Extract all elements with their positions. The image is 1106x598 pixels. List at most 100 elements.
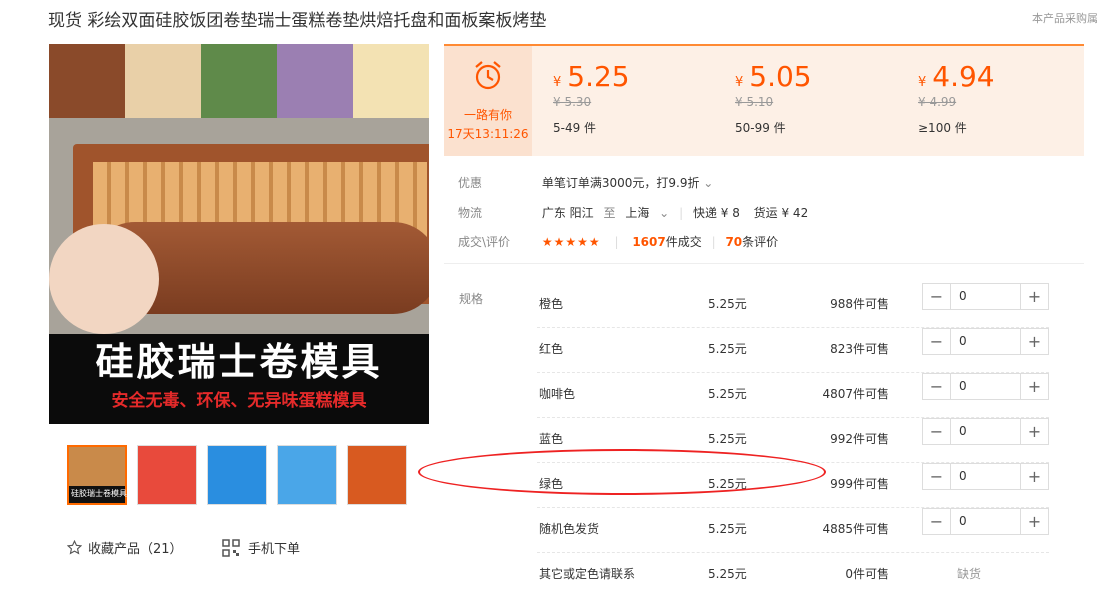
express-fee: 快递 ¥ 8 bbox=[692, 206, 740, 220]
currency-symbol: ¥ bbox=[735, 75, 744, 90]
spec-stock: 4807件可售 bbox=[822, 387, 889, 401]
thumbnail-5[interactable] bbox=[347, 445, 407, 505]
countdown-timer: 17天13:11:26 bbox=[447, 127, 529, 141]
spec-stock: 823件可售 bbox=[830, 342, 889, 356]
tier-quantity: 5-49 件 bbox=[553, 121, 597, 135]
tier-quantity: 50-99 件 bbox=[735, 121, 786, 135]
discount-dropdown[interactable]: 单笔订单满3000元，打9.9折 ⌄ bbox=[542, 176, 714, 190]
to-word: 至 bbox=[603, 206, 616, 220]
banner-sub-text: 安全无毒、环保、无异味蛋糕模具 bbox=[111, 391, 367, 411]
thumbnail-4[interactable] bbox=[277, 445, 337, 505]
sold-link[interactable]: 1607件成交 bbox=[632, 235, 701, 249]
tier-price: 4.94 bbox=[932, 60, 995, 93]
spec-row: 其它或定色请联系 5.25元 0件可售 缺货 bbox=[537, 553, 1049, 598]
tier-price: 5.05 bbox=[749, 60, 812, 93]
thumbnail-1[interactable]: 硅胶瑞士卷模具 bbox=[67, 445, 127, 505]
spec-label: 规格 bbox=[459, 292, 484, 306]
currency-symbol: ¥ bbox=[918, 75, 927, 90]
spec-row: 咖啡色 5.25元 4807件可售 − 0 + bbox=[537, 373, 1049, 418]
tier-original-price: ¥ 5.30 bbox=[553, 95, 592, 109]
spec-name: 橙色 bbox=[539, 297, 564, 311]
plus-button[interactable]: + bbox=[1021, 329, 1048, 354]
spec-price: 5.25元 bbox=[708, 297, 747, 311]
sold-count: 1607 bbox=[632, 235, 666, 249]
freight-fee: 货运 ¥ 42 bbox=[753, 206, 809, 220]
review-text: 条评价 bbox=[742, 235, 779, 249]
reviews-link[interactable]: 70条评价 bbox=[725, 235, 778, 249]
favorite-label: 收藏产品（21） bbox=[88, 542, 183, 557]
spec-name: 其它或定色请联系 bbox=[539, 567, 636, 581]
quantity-input[interactable]: 0 bbox=[950, 329, 1021, 354]
quantity-input[interactable]: 0 bbox=[950, 374, 1021, 399]
price-tier-2: ¥5.05 ¥ 5.10 50-99 件 bbox=[735, 60, 812, 136]
spec-name: 红色 bbox=[539, 342, 564, 356]
image-banner: 硅胶瑞士卷模具 安全无毒、环保、无异味蛋糕模具 bbox=[49, 334, 429, 424]
favorite-button[interactable]: 收藏产品（21） bbox=[67, 538, 183, 557]
ship-to-selector[interactable]: 上海 ⌄ bbox=[625, 206, 675, 220]
spec-stock: 999件可售 bbox=[830, 477, 889, 491]
highlight-circle bbox=[418, 449, 826, 495]
discount-row: 优惠 单笔订单满3000元，打9.9折 ⌄ bbox=[458, 174, 713, 191]
logistics-label: 物流 bbox=[458, 206, 483, 220]
star-outline-icon bbox=[67, 540, 82, 555]
discount-value: 单笔订单满3000元，打9.9折 bbox=[541, 176, 700, 190]
spec-name: 随机色发货 bbox=[539, 522, 600, 536]
quantity-input[interactable]: 0 bbox=[950, 419, 1021, 444]
tier-original-price: ¥ 5.10 bbox=[735, 95, 774, 109]
quantity-stepper: − 0 + bbox=[922, 508, 1049, 535]
logistics-row: 物流 广东 阳江 至 上海 ⌄ | 快递 ¥ 8 货运 ¥ 42 bbox=[458, 206, 809, 220]
spec-row: 随机色发货 5.25元 4885件可售 − 0 + bbox=[537, 508, 1049, 553]
alarm-clock-icon bbox=[475, 61, 501, 90]
spec-price: 5.25元 bbox=[708, 387, 747, 401]
out-of-stock-label: 缺货 bbox=[957, 567, 982, 581]
spec-stock: 0件可售 bbox=[845, 567, 889, 581]
review-count: 70 bbox=[725, 235, 743, 249]
quantity-input[interactable]: 0 bbox=[950, 284, 1021, 309]
minus-button[interactable]: − bbox=[923, 419, 950, 444]
plus-button[interactable]: + bbox=[1021, 284, 1048, 309]
thumbnail-strip: 硅胶瑞士卷模具 bbox=[67, 445, 407, 505]
spec-row: 红色 5.25元 823件可售 − 0 + bbox=[537, 328, 1049, 373]
minus-button[interactable]: − bbox=[923, 284, 950, 309]
reviews-label: 成交\评价 bbox=[458, 235, 511, 249]
chevron-down-icon: ⌄ bbox=[703, 176, 714, 190]
qr-code-icon bbox=[222, 538, 240, 557]
spec-price: 5.25元 bbox=[708, 522, 747, 536]
thumbnail-3[interactable] bbox=[207, 445, 267, 505]
divider bbox=[444, 263, 1084, 264]
spec-stock: 992件可售 bbox=[830, 432, 889, 446]
minus-button[interactable]: − bbox=[923, 464, 950, 489]
ship-from: 广东 阳江 bbox=[541, 206, 594, 220]
minus-button[interactable]: − bbox=[923, 509, 950, 534]
thumbnail-2[interactable] bbox=[137, 445, 197, 505]
cake-photo-strip bbox=[49, 44, 429, 118]
quantity-input[interactable]: 0 bbox=[950, 509, 1021, 534]
sold-text: 件成交 bbox=[665, 235, 702, 249]
chevron-down-icon: ⌄ bbox=[659, 206, 670, 220]
plus-button[interactable]: + bbox=[1021, 419, 1048, 444]
spec-price: 5.25元 bbox=[708, 342, 747, 356]
rating-stars: ★★★★★ bbox=[541, 235, 601, 249]
promo-countdown: 一路有你 17天13:11:26 bbox=[444, 46, 532, 156]
quantity-stepper: − 0 + bbox=[922, 373, 1049, 400]
plus-button[interactable]: + bbox=[1021, 374, 1048, 399]
minus-button[interactable]: − bbox=[923, 329, 950, 354]
plus-button[interactable]: + bbox=[1021, 464, 1048, 489]
plus-button[interactable]: + bbox=[1021, 509, 1048, 534]
spec-price: 5.25元 bbox=[708, 432, 747, 446]
currency-symbol: ¥ bbox=[553, 75, 562, 90]
banner-main-text: 硅胶瑞士卷模具 bbox=[95, 340, 383, 384]
hand bbox=[49, 224, 159, 334]
tier-price: 5.25 bbox=[567, 60, 630, 93]
price-tier-1: ¥5.25 ¥ 5.30 5-49 件 bbox=[553, 60, 630, 136]
spec-stock: 4885件可售 bbox=[822, 522, 889, 536]
quantity-stepper: − 0 + bbox=[922, 328, 1049, 355]
spec-name: 蓝色 bbox=[539, 432, 564, 446]
quantity-input[interactable]: 0 bbox=[950, 464, 1021, 489]
minus-button[interactable]: − bbox=[923, 374, 950, 399]
mobile-order-label: 手机下单 bbox=[248, 542, 301, 557]
spec-row: 橙色 5.25元 988件可售 − 0 + bbox=[537, 283, 1049, 328]
ship-to: 上海 bbox=[625, 206, 650, 220]
quantity-stepper: − 0 + bbox=[922, 283, 1049, 310]
mobile-order-button[interactable]: 手机下单 bbox=[222, 538, 300, 557]
